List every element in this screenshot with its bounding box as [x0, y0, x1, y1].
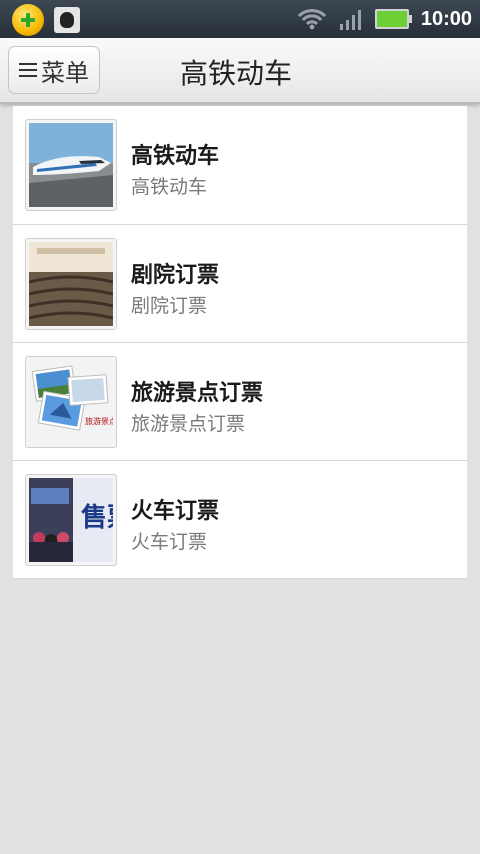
thumb-caption: 旅游景点 [85, 416, 113, 426]
train-ticket-office-thumbnail: 售票 [25, 474, 117, 566]
scenic-spots-thumbnail: 旅游景点 [25, 356, 117, 448]
shield-360-icon [12, 4, 44, 36]
item-subtitle: 旅游景点订票 [131, 413, 246, 435]
list-item-scenic-spots[interactable]: 旅游景点 旅游景点订票 旅游景点订票 [12, 343, 468, 461]
list-item-high-speed-rail[interactable]: 高铁动车 高铁动车 [12, 106, 468, 225]
battery-icon [374, 9, 412, 29]
clock: 10:00 [420, 7, 472, 30]
category-list: 高铁动车 高铁动车 剧院订票 剧院订票 旅游景 旅游景点订票 旅游景点订票 售 … [12, 106, 468, 579]
item-title: 火车订票 [131, 499, 220, 524]
bug-icon [54, 7, 80, 33]
status-bar: 10:00 [0, 0, 480, 38]
item-title: 高铁动车 [131, 144, 220, 169]
signal-icon [339, 8, 363, 30]
wifi-icon [297, 8, 327, 30]
page-title: 高铁动车 [180, 57, 293, 90]
item-subtitle: 剧院订票 [131, 295, 208, 317]
hamburger-icon [19, 61, 37, 79]
list-item-theater[interactable]: 剧院订票 剧院订票 [12, 225, 468, 343]
list-item-train-tickets[interactable]: 售票 火车订票 火车订票 [12, 461, 468, 579]
item-title: 旅游景点订票 [131, 381, 264, 406]
menu-label: 菜单 [41, 58, 89, 87]
bullet-train-thumbnail [25, 119, 117, 211]
menu-button[interactable]: 菜单 [8, 46, 100, 94]
theater-thumbnail [25, 238, 117, 330]
item-title: 剧院订票 [131, 263, 220, 288]
thumb-caption: 售票 [81, 502, 113, 533]
item-subtitle: 火车订票 [131, 531, 208, 553]
item-subtitle: 高铁动车 [131, 176, 208, 198]
action-bar: 菜单 高铁动车 [0, 38, 480, 104]
